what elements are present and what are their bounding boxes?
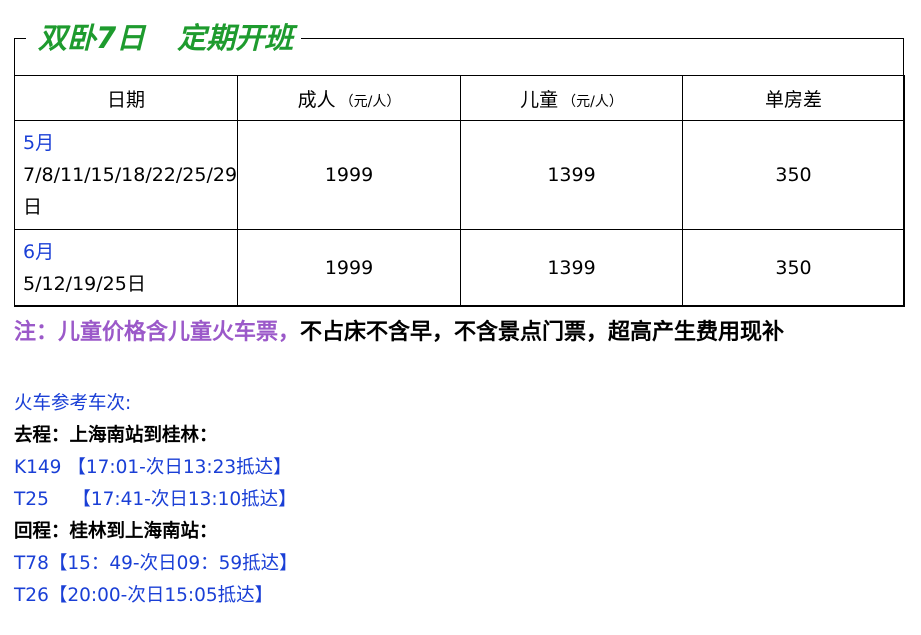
outbound-label: 去程：上海南站到桂林： xyxy=(14,425,218,446)
table-header-row: 日期 成人 （元/人） 儿童 （元/人） 单房差 xyxy=(14,75,905,121)
header-child: 儿童 （元/人） xyxy=(460,75,683,121)
list-item: T78【15：49-次日09：59抵达】 xyxy=(14,553,298,574)
return-label: 回程：桂林到上海南站： xyxy=(14,521,218,542)
row-date: 5月 7/8/11/15/18/22/25/29日 xyxy=(14,120,238,230)
title-part2: 定期开班 xyxy=(177,21,294,55)
note-rest: 不占床不含早，不含景点门票，超高产生费用现补 xyxy=(300,320,785,345)
header-single-supplement: 单房差 xyxy=(682,75,905,121)
list-item: T25 【17:41-次日13:10抵达】 xyxy=(14,489,297,510)
title-part1: 双卧7日 xyxy=(38,21,146,55)
row-child-price: 1399 xyxy=(460,229,683,307)
train-info: 火车参考车次: 去程：上海南站到桂林： K149 【17:01-次日13:23抵… xyxy=(14,388,904,612)
table-row: 6月 5/12/19/25日 1999 1399 350 xyxy=(14,229,905,307)
price-table: 日期 成人 （元/人） 儿童 （元/人） 单房差 5月 7/8/11/15/18/22… xyxy=(14,75,905,307)
row-date: 6月 5/12/19/25日 xyxy=(14,229,238,307)
row-adult-price: 1999 xyxy=(237,229,461,307)
header-adult: 成人 （元/人） xyxy=(237,75,461,121)
row-single-supplement: 350 xyxy=(682,120,905,230)
table-row: 5月 7/8/11/15/18/22/25/29日 1999 1399 350 xyxy=(14,120,905,230)
row-single-supplement: 350 xyxy=(682,229,905,307)
page-title: 双卧7日 定期开班 xyxy=(26,18,302,58)
header-date: 日期 xyxy=(14,75,238,121)
train-heading: 火车参考车次: xyxy=(14,393,132,414)
note-highlight: 注：儿童价格含儿童火车票， xyxy=(14,320,301,345)
row-child-price: 1399 xyxy=(460,120,683,230)
list-item: K149 【17:01-次日13:23抵达】 xyxy=(14,457,292,478)
list-item: T26【20:00-次日15:05抵达】 xyxy=(14,585,274,606)
row-adult-price: 1999 xyxy=(237,120,461,230)
price-note: 注：儿童价格含儿童火车票，不占床不含早，不含景点门票，超高产生费用现补 xyxy=(14,314,910,352)
